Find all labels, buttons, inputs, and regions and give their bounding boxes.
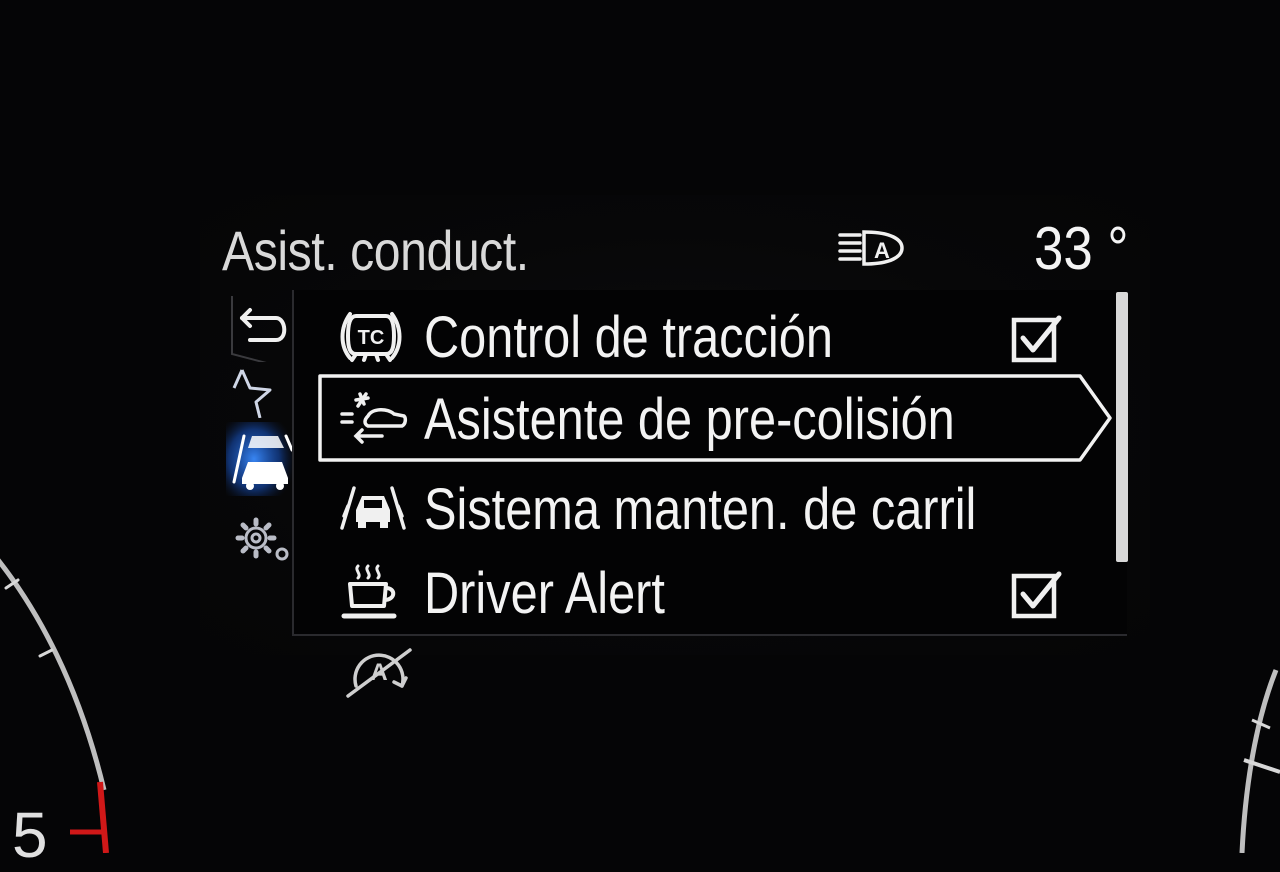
tachometer-gauge [1230,660,1280,858]
gauge-digit: 5 [12,799,48,871]
back-button[interactable] [226,296,296,367]
back-arrow-icon [231,296,287,367]
lane-keeping-icon [338,478,408,541]
menu-item-label: Control de tracción [424,305,833,370]
driver-assist-icon [226,418,296,500]
traction-control-icon: TC [338,306,404,371]
checkbox-checked[interactable] [1011,570,1065,625]
page-title: Asist. conduct. [222,219,529,282]
svg-text:A: A [370,659,387,686]
tab-settings[interactable] [226,510,296,570]
menu-item-label: Sistema manten. de carril [424,477,977,542]
tab-favorites[interactable] [226,368,296,419]
svg-text:A: A [874,238,890,263]
auto-start-stop-off-icon: A [342,642,418,707]
settings-gear-icon [235,517,289,561]
menu-item-driver-alert[interactable]: Driver Alert [294,550,1094,634]
pre-collision-icon [338,390,408,451]
menu-item-lane-keeping[interactable]: Sistema manten. de carril [294,466,1094,550]
menu-item-label: Asistente de pre-colisión [424,387,955,452]
speedometer-gauge: 5 [0,520,130,871]
side-tab-strip [226,296,296,636]
svg-text:TC: TC [358,327,385,349]
scrollbar-thumb[interactable] [1116,292,1128,562]
checkbox-checked[interactable] [1011,314,1065,369]
star-icon [232,369,272,419]
tab-driver-assist[interactable] [226,418,296,500]
driver-alert-coffee-icon [338,562,404,629]
menu-item-label: Driver Alert [424,561,665,626]
menu-list: TC Control de tracción Asistente de pre-… [292,290,1127,636]
menu-item-traction-control[interactable]: TC Control de tracción [294,294,1094,378]
outside-temperature: 33 ° [1034,215,1129,282]
auto-high-beam-icon: A [836,228,908,273]
menu-item-pre-collision[interactable]: Asistente de pre-colisión [294,372,1114,464]
